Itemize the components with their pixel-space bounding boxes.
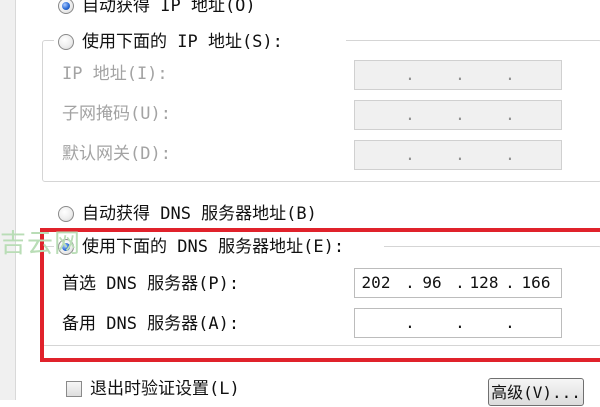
radio-auto-dns[interactable] xyxy=(58,206,74,222)
validate-settings-checkbox[interactable] xyxy=(66,381,82,397)
preferred-dns-octet-1: 202 xyxy=(361,273,391,292)
alternate-dns-octet-3 xyxy=(467,309,501,337)
alternate-dns-input[interactable]: . . . xyxy=(354,308,562,338)
label-subnet-mask: 子网掩码(U): xyxy=(62,104,171,124)
subnet-mask-input[interactable]: ... xyxy=(354,100,562,130)
preferred-dns-input[interactable]: 202 . 96 . 128 . 166 xyxy=(354,268,562,298)
label-manual-dns: 使用下面的 DNS 服务器地址(E): xyxy=(82,237,345,257)
alternate-dns-octet-1 xyxy=(359,309,393,337)
radio-manual-ip[interactable] xyxy=(58,34,74,50)
label-validate-settings: 退出时验证设置(L) xyxy=(90,379,240,399)
watermark-text: 吉云网 xyxy=(0,229,82,259)
default-gateway-input[interactable]: ... xyxy=(354,140,562,170)
preferred-dns-octet-4: 166 xyxy=(521,273,551,292)
label-auto-ip: 自动获得 IP 地址(O) xyxy=(82,0,256,16)
ip-address-input[interactable]: ... xyxy=(354,60,562,90)
radio-auto-ip[interactable] xyxy=(58,0,74,14)
preferred-dns-octet-3: 128 xyxy=(469,273,499,292)
label-manual-ip: 使用下面的 IP 地址(S): xyxy=(82,32,283,52)
preferred-dns-octet-2: 96 xyxy=(422,273,442,292)
alternate-dns-octet-2 xyxy=(415,309,449,337)
alternate-dns-octet-4 xyxy=(519,309,553,337)
label-default-gateway: 默认网关(D): xyxy=(62,144,171,164)
label-preferred-dns: 首选 DNS 服务器(P): xyxy=(62,274,240,294)
label-auto-dns: 自动获得 DNS 服务器地址(B) xyxy=(82,204,317,224)
label-alternate-dns: 备用 DNS 服务器(A): xyxy=(62,314,240,334)
advanced-button[interactable]: 高级(V)... xyxy=(488,378,584,406)
label-ip-address: IP 地址(I): xyxy=(62,64,168,84)
window-left-edge xyxy=(0,0,16,400)
